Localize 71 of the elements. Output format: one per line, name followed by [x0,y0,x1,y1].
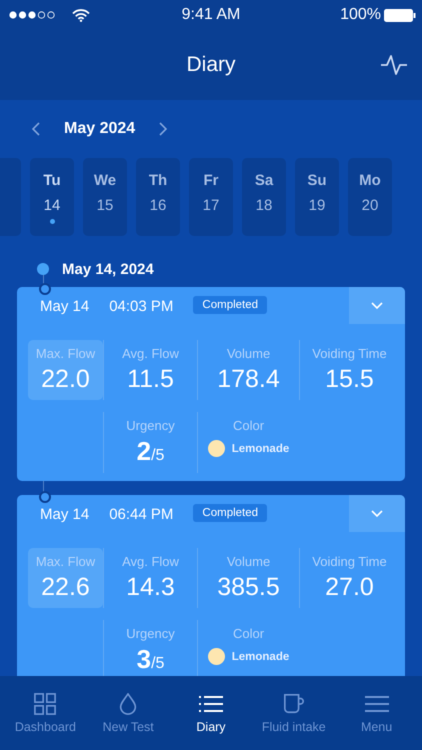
signal-icon [9,11,57,19]
tab-item[interactable]: Menu [336,676,417,750]
timeline-dot [39,283,51,295]
day-cell[interactable]: Mo 20 [348,158,392,236]
chevron-down-icon [371,302,383,310]
urgency-value: 3 [136,644,152,675]
day-cell[interactable]: Fr 17 [189,158,233,236]
timeline-dot [39,491,51,503]
metric-value: 15.5 [325,365,374,394]
color-name: Lemonade [232,442,290,454]
status-badge: Completed [193,504,268,522]
entry-date: May 14 [40,506,90,522]
metric-label: Volume [226,554,270,569]
metric-label: Volume [226,346,270,361]
color-name: Lemonade [232,650,290,662]
metric-tile[interactable]: Voiding Time 15.5 [299,340,399,400]
color-label: Color [232,418,264,433]
day-cell[interactable]: We 15 [83,158,127,236]
urgency-label: Urgency [126,626,175,641]
metric-tile[interactable]: Max. Flow 22.6 [28,548,103,608]
status-badge: Completed [193,296,268,314]
month-label: May 2024 [64,120,136,138]
metric-value: 11.5 [127,365,174,394]
entry-time: 04:03 PM [109,298,174,314]
day-cell[interactable]: Th 16 [136,158,180,236]
next-month-icon[interactable] [159,122,168,136]
metric-tile[interactable]: Avg. Flow 11.5 [103,340,197,400]
status-time: 9:41 AM [182,6,240,24]
metric-value: 385.5 [217,573,280,602]
metric-value: 22.0 [41,365,90,394]
date-heading: May 14, 2024 [62,260,154,278]
day-cell[interactable]: Su 19 [295,158,339,236]
grid-icon [33,692,58,714]
cup-icon [282,692,306,714]
metric-tile[interactable]: Voiding Time 27.0 [299,548,399,608]
metric-tile[interactable]: Volume 178.4 [197,340,299,400]
metric-value: 27.0 [325,573,374,602]
drop-icon [118,692,138,714]
metric-tile[interactable]: Max. Flow 22.0 [28,340,103,400]
previous-month-icon[interactable] [32,122,40,136]
metric-value: 14.3 [126,573,175,602]
metric-label: Voiding Time [312,346,387,361]
screen-title: Diary [186,53,236,77]
metric-tile[interactable]: Volume 385.5 [197,548,299,608]
timeline-dot [37,263,49,275]
tab-item[interactable]: New Test [88,676,168,750]
urgency-label: Urgency [126,418,175,433]
wifi-icon [72,8,90,22]
day-cell[interactable]: Sa 18 [242,158,286,236]
battery-icon [384,8,416,22]
metric-label: Avg. Flow [122,346,179,361]
battery-percent: 100% [340,6,381,24]
metric-label: Voiding Time [312,554,387,569]
color-label: Color [232,626,264,641]
metric-label: Max. Flow [36,346,96,361]
entry-time: 06:44 PM [109,506,174,522]
metric-value: 22.6 [41,573,90,602]
urgency-value: 2 [136,436,152,467]
tab-item[interactable]: Diary [170,676,251,750]
activity-icon[interactable] [381,54,407,76]
day-cell[interactable]: Tu 14 [30,158,74,236]
urgency-max: /5 [151,655,164,673]
metric-value: 178.4 [217,365,280,394]
metric-tile[interactable]: Avg. Flow 14.3 [103,548,197,608]
metric-label: Avg. Flow [122,554,179,569]
chevron-down-icon [371,510,383,518]
urgency-max: /5 [151,447,164,465]
tab-item[interactable]: Dashboard [5,676,86,750]
metric-label: Max. Flow [36,554,96,569]
tab-item[interactable]: Fluid intake [254,676,334,750]
entry-date: May 14 [40,298,90,314]
